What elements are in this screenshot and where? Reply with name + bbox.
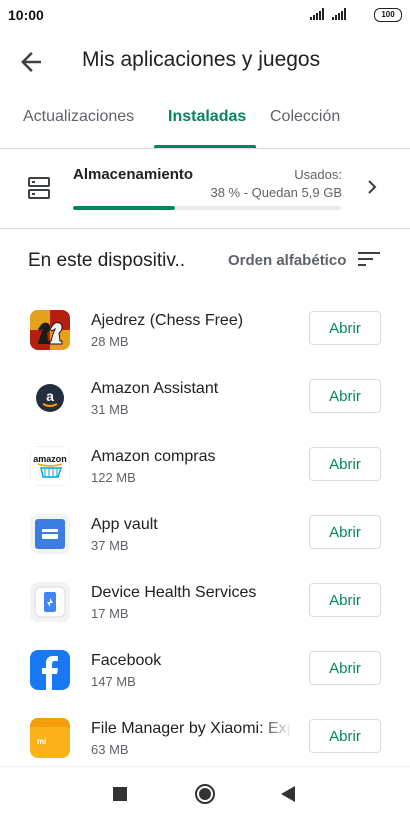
device-health-icon <box>30 582 70 622</box>
app-size: 147 MB <box>91 674 136 689</box>
open-button[interactable]: Abrir <box>309 719 381 753</box>
home-icon[interactable] <box>194 783 216 805</box>
facebook-icon <box>30 650 70 690</box>
page-title: Mis aplicaciones y juegos <box>82 48 321 71</box>
open-button[interactable]: Abrir <box>309 651 381 685</box>
tab-actualizaciones[interactable]: Actualizaciones <box>23 108 134 126</box>
back-arrow-icon[interactable] <box>16 47 46 77</box>
sort-order-button[interactable]: Orden alfabético <box>228 252 346 269</box>
app-name: Amazon compras <box>91 448 216 465</box>
app-vault-icon <box>30 514 70 554</box>
app-size: 63 MB <box>91 742 129 757</box>
app-size: 31 MB <box>91 402 129 417</box>
storage-icon <box>28 177 50 199</box>
signal-icon <box>310 8 324 20</box>
open-button[interactable]: Abrir <box>309 447 381 481</box>
open-button[interactable]: Abrir <box>309 311 381 345</box>
storage-title: Almacenamiento <box>73 166 194 183</box>
section-title: En este dispositiv.. <box>28 250 186 271</box>
svg-text:amazon: amazon <box>33 454 67 464</box>
chess-icon <box>30 310 70 350</box>
tab-coleccion[interactable]: Colección <box>270 108 340 126</box>
amazon-shopping-icon: amazon <box>30 446 70 486</box>
app-size: 37 MB <box>91 538 129 553</box>
app-name: Device Health Services <box>91 584 257 601</box>
open-button[interactable]: Abrir <box>309 583 381 617</box>
storage-progress-bar <box>73 206 341 210</box>
status-bar: 10:00 100 <box>0 0 410 30</box>
chevron-right-icon <box>368 180 377 194</box>
sort-icon[interactable] <box>358 250 380 268</box>
tab-bar: Actualizaciones Instaladas Colección <box>0 96 410 149</box>
back-icon[interactable] <box>281 786 295 802</box>
amazon-assistant-icon: a <box>30 378 70 418</box>
list-item[interactable]: a Amazon Assistant 31 MB Abrir <box>0 378 410 446</box>
app-name: Facebook <box>91 652 162 669</box>
app-size: 28 MB <box>91 334 129 349</box>
app-size: 122 MB <box>91 470 136 485</box>
svg-text:mi: mi <box>37 737 46 746</box>
storage-detail: 38 % - Quedan 5,9 GB <box>210 185 342 200</box>
status-time: 10:00 <box>8 7 44 23</box>
tab-instaladas[interactable]: Instaladas <box>168 108 246 126</box>
app-name: Ajedrez (Chess Free) <box>91 312 244 329</box>
svg-text:a: a <box>46 388 54 404</box>
app-name: Amazon Assistant <box>91 380 219 397</box>
file-manager-icon: mi <box>30 718 70 758</box>
text-fade <box>260 718 292 740</box>
list-item[interactable]: App vault 37 MB Abrir <box>0 514 410 582</box>
battery-indicator: 100 <box>374 8 402 22</box>
system-nav-bar <box>0 766 410 821</box>
app-bar: Mis aplicaciones y juegos <box>0 30 410 92</box>
list-item[interactable]: Facebook 147 MB Abrir <box>0 650 410 718</box>
list-item[interactable]: Ajedrez (Chess Free) 28 MB Abrir <box>0 310 410 378</box>
open-button[interactable]: Abrir <box>309 515 381 549</box>
storage-progress-fill <box>73 206 175 210</box>
recents-icon[interactable] <box>113 787 127 801</box>
list-item[interactable]: Device Health Services 17 MB Abrir <box>0 582 410 650</box>
app-size: 17 MB <box>91 606 129 621</box>
signal-icon <box>332 8 346 20</box>
storage-summary[interactable]: Almacenamiento Usados: 38 % - Quedan 5,9… <box>0 148 410 229</box>
open-button[interactable]: Abrir <box>309 379 381 413</box>
list-item[interactable]: amazon Amazon compras 122 MB Abrir <box>0 446 410 514</box>
app-name: App vault <box>91 516 158 533</box>
storage-used-label: Usados: <box>294 167 342 182</box>
